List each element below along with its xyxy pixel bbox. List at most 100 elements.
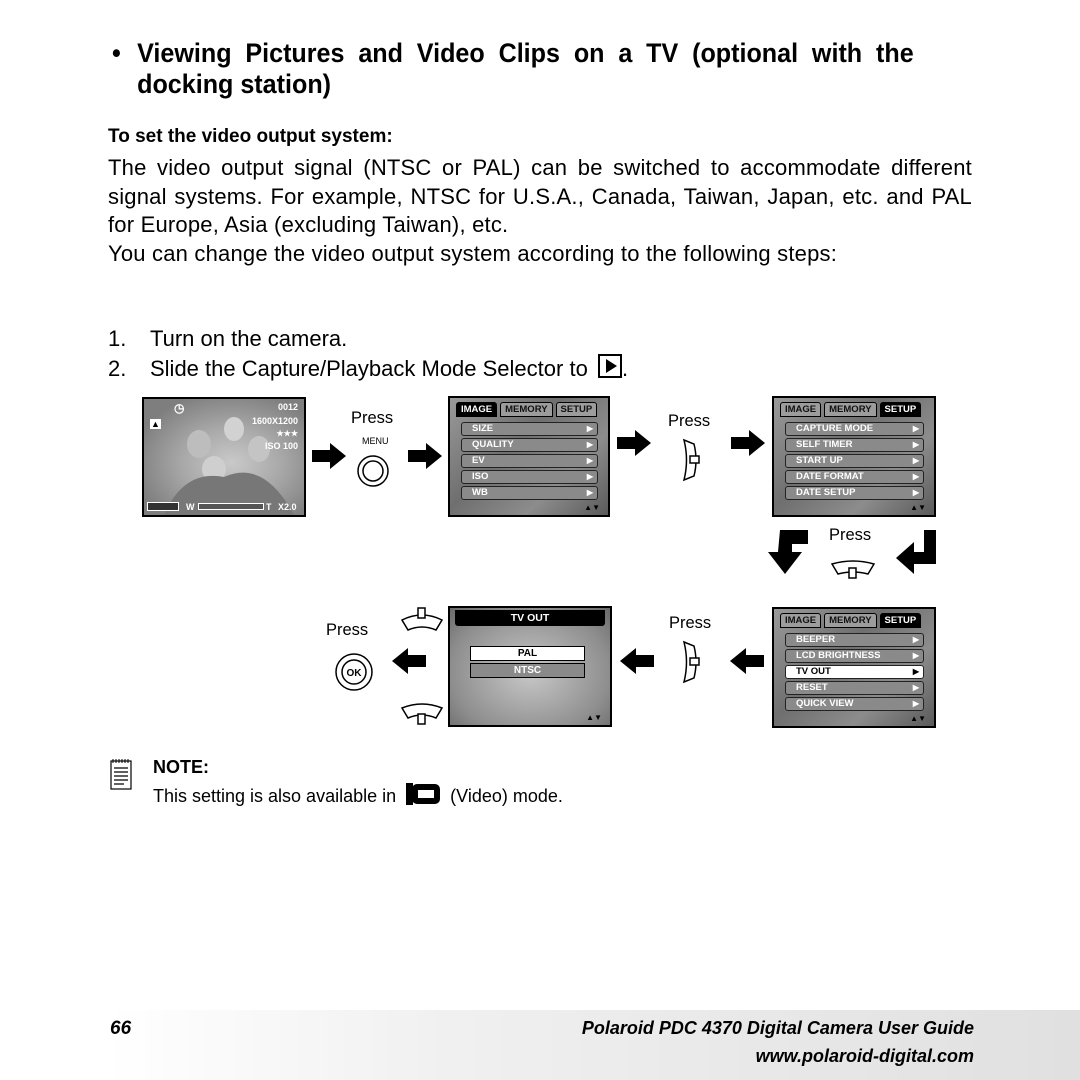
step-number: 2. <box>108 356 127 381</box>
step-2: 2. Slide the Capture/Playback Mode Select… <box>108 354 628 382</box>
tab-setup: SETUP <box>879 402 922 417</box>
self-timer-icon: ◷ <box>174 401 185 415</box>
arrow-return-left-icon <box>896 530 936 574</box>
tv-out-title: TV OUT <box>455 610 605 626</box>
paragraph-2: You can change the video output system a… <box>108 241 838 266</box>
menu-item-self-timer: SELF TIMER ▶ <box>785 438 924 452</box>
menu-tabs: IMAGE MEMORY SETUP <box>780 613 928 628</box>
dpad-right-icon <box>682 438 700 482</box>
menu-item-date-setup: DATE SETUP ▶ <box>785 486 924 500</box>
tab-image: IMAGE <box>780 402 822 417</box>
dpad-right-icon <box>682 640 700 684</box>
note-title: NOTE: <box>153 757 209 777</box>
press-label: Press <box>668 412 711 430</box>
menu-tabs: IMAGE MEMORY SETUP <box>780 402 928 417</box>
note-text-before: This setting is also available in <box>153 786 397 806</box>
arrow-right-icon: ▶ <box>586 424 593 433</box>
scroll-arrows-icon: ▲▼ <box>910 503 926 512</box>
option-ntsc: NTSC <box>470 663 585 678</box>
scroll-arrows-icon: ▲▼ <box>586 713 602 722</box>
tab-memory: MEMORY <box>824 613 877 628</box>
menu-tabs: IMAGE MEMORY SETUP <box>456 402 602 417</box>
menu-item-quality: QUALITY ▶ <box>461 438 598 452</box>
menu-item-label: DATE SETUP <box>796 487 856 498</box>
menu-item-label: TV OUT <box>796 666 831 677</box>
arrow-right-icon: ▶ <box>586 488 593 497</box>
arrow-right-icon: ▶ <box>912 635 919 644</box>
tab-image: IMAGE <box>456 402 498 417</box>
guide-title: Polaroid PDC 4370 Digital Camera User Gu… <box>581 1018 974 1038</box>
scroll-arrows-icon: ▲▼ <box>910 714 926 723</box>
option-pal: PAL <box>470 646 585 661</box>
lcd-setup-menu-1: IMAGE MEMORY SETUP CAPTURE MODE ▶ SELF TI… <box>772 396 936 517</box>
menu-item-label: EV <box>472 455 485 466</box>
note-text-after: (Video) mode. <box>450 786 563 806</box>
dpad-up-icon <box>400 607 444 631</box>
menu-item-date-format: DATE FORMAT ▶ <box>785 470 924 484</box>
zoom-value: X2.0 <box>278 502 297 512</box>
tab-memory: MEMORY <box>824 402 877 417</box>
dpad-down-icon <box>400 703 444 725</box>
arrow-right-icon <box>408 443 442 469</box>
menu-item-label: SIZE <box>472 423 494 434</box>
arrow-right-icon: ▶ <box>912 667 919 676</box>
video-mode-icon <box>406 783 441 805</box>
arrow-right-icon: ▶ <box>586 456 593 465</box>
arrow-left-icon <box>730 648 764 674</box>
arrow-right-icon <box>617 430 651 456</box>
iso-value: ISO 100 <box>264 441 298 451</box>
zoom-tele-label: T <box>266 502 272 512</box>
menu-item-size: SIZE ▶ <box>461 422 598 436</box>
menu-item-beeper: BEEPER ▶ <box>785 633 924 647</box>
arrow-right-icon: ▶ <box>912 456 919 465</box>
menu-item-lcd-brightness: LCD BRIGHTNESS ▶ <box>785 649 924 663</box>
lcd-image-menu: IMAGE MEMORY SETUP SIZE ▶ QUALITY ▶ EV ▶ IS… <box>448 396 610 517</box>
arrow-right-icon: ▶ <box>586 472 593 481</box>
battery-icon <box>147 502 179 511</box>
step-suffix: . <box>621 356 629 381</box>
tab-setup: SETUP <box>879 613 922 628</box>
menu-item-label: SELF TIMER <box>796 439 853 450</box>
menu-item-tv-out: TV OUT ▶ <box>785 665 924 679</box>
tab-memory: MEMORY <box>500 402 553 417</box>
press-label: Press <box>669 614 712 632</box>
arrow-right-icon: ▶ <box>912 440 919 449</box>
quality-stars: ★★★ <box>276 429 298 438</box>
menu-item-label: LCD BRIGHTNESS <box>796 650 881 661</box>
lcd-setup-menu-2: IMAGE MEMORY SETUP BEEPER ▶ LCD BRIGHTNES… <box>772 607 936 728</box>
press-label: Press <box>351 409 394 427</box>
page-number: 66 <box>110 1018 132 1039</box>
menu-item-quick-view: QUICK VIEW ▶ <box>785 697 924 711</box>
note-text: This setting is also available in (Video… <box>153 782 563 807</box>
arrow-right-icon: ▶ <box>912 424 919 433</box>
notepad-icon <box>110 759 132 790</box>
website-url: www.polaroid-digital.com <box>755 1046 974 1066</box>
menu-item-capture-mode: CAPTURE MODE ▶ <box>785 422 924 436</box>
lcd-photo-preview: ◷ 0012 1600X1200 ▲ ★★★ ISO 100 W T X2.0 <box>142 397 306 517</box>
arrow-right-icon <box>312 443 346 469</box>
paragraph-1: The video output signal (NTSC or PAL) ca… <box>108 155 972 237</box>
menu-item-label: WB <box>472 487 488 498</box>
arrow-left-icon <box>392 648 426 674</box>
arrow-left-icon <box>620 648 654 674</box>
step-text: Slide the Capture/Playback Mode Selector… <box>150 356 588 381</box>
resolution: 1600X1200 <box>251 416 298 426</box>
menu-item-label: ISO <box>472 471 489 482</box>
arrow-right-icon <box>731 430 765 456</box>
arrow-right-icon: ▶ <box>912 651 919 660</box>
press-label: Press <box>829 526 872 544</box>
menu-item-wb: WB ▶ <box>461 486 598 500</box>
menu-button-icon <box>357 455 389 487</box>
press-label: Press <box>326 621 369 639</box>
menu-item-label: BEEPER <box>796 634 836 645</box>
menu-item-label: CAPTURE MODE <box>796 423 874 434</box>
menu-item-label: START UP <box>796 455 843 466</box>
menu-item-label: QUICK VIEW <box>796 698 854 709</box>
ok-button-icon: OK <box>335 653 373 691</box>
arrow-down-left-icon <box>768 530 808 574</box>
heading-text: Viewing Pictures and Video Clips on a TV… <box>137 38 914 99</box>
tab-setup: SETUP <box>555 402 598 417</box>
frame-count: 0012 <box>277 402 298 412</box>
scene-mode-icon: ▲ <box>150 419 161 429</box>
zoom-bar <box>198 503 264 510</box>
